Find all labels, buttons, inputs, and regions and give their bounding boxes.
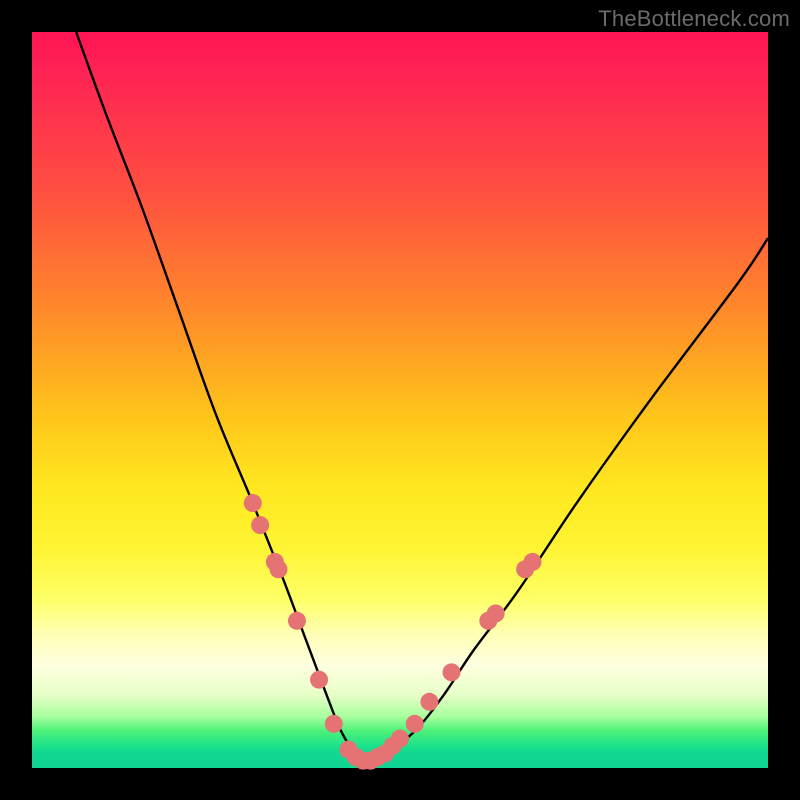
marker-group bbox=[244, 494, 542, 770]
data-marker bbox=[487, 604, 505, 622]
bottleneck-curve bbox=[76, 32, 768, 761]
data-marker bbox=[270, 560, 288, 578]
data-marker bbox=[325, 715, 343, 733]
data-marker bbox=[443, 663, 461, 681]
watermark-text: TheBottleneck.com bbox=[598, 6, 790, 32]
plot-area bbox=[32, 32, 768, 768]
data-marker bbox=[391, 730, 409, 748]
data-marker bbox=[406, 715, 424, 733]
data-marker bbox=[523, 553, 541, 571]
data-marker bbox=[251, 516, 269, 534]
data-marker bbox=[420, 693, 438, 711]
data-marker bbox=[310, 671, 328, 689]
data-marker bbox=[244, 494, 262, 512]
chart-frame: TheBottleneck.com bbox=[0, 0, 800, 800]
data-marker bbox=[288, 612, 306, 630]
curve-layer bbox=[32, 32, 768, 768]
